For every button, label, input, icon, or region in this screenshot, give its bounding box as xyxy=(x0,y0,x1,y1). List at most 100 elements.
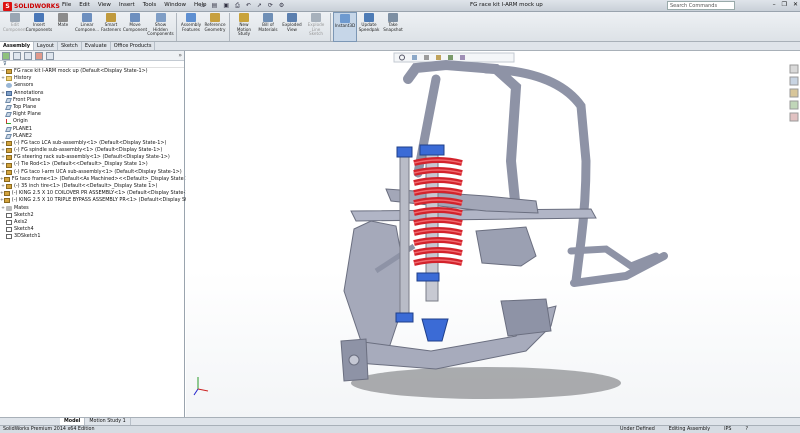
tree-item[interactable]: Sketch4 xyxy=(0,226,184,233)
take-snapshot-button[interactable]: Take Snapshot xyxy=(381,12,405,42)
linear-compone-icon xyxy=(82,13,92,22)
tree-item-label: Top Plane xyxy=(13,103,37,110)
tab-motion-study-1[interactable]: Motion Study 1 xyxy=(85,418,131,425)
display-style-icon xyxy=(424,55,429,60)
status-mode: Editing Assembly xyxy=(668,427,711,432)
insert-components-button[interactable]: Insert Components xyxy=(26,12,52,42)
assembly-model-view[interactable] xyxy=(186,51,800,417)
undo-icon[interactable]: ↶ xyxy=(246,2,251,10)
solidworks-logo[interactable]: S SOLIDWORKS xyxy=(3,1,60,11)
menu-view[interactable]: View xyxy=(98,2,111,8)
tree-item[interactable]: Front Plane xyxy=(0,97,184,104)
tab-model[interactable]: Model xyxy=(60,418,86,425)
tree-item[interactable]: + Annotations xyxy=(0,90,184,97)
tree-item-label: Mates xyxy=(14,204,29,211)
tree-item[interactable]: + FG steering rack sub-assembly<1> (Defau… xyxy=(0,154,184,161)
coilover-shock xyxy=(413,144,463,342)
asm-icon xyxy=(6,140,12,146)
minimize-icon[interactable]: – xyxy=(773,1,776,8)
tree-item[interactable]: 3DSketch1 xyxy=(0,233,184,240)
explode-line-sketch-button[interactable]: Explode Line Sketch xyxy=(304,12,328,42)
menu-insert[interactable]: Insert xyxy=(119,2,135,8)
status-units[interactable]: IPS xyxy=(724,426,731,433)
bill-of-materials-button[interactable]: Bill of Materials xyxy=(256,12,280,42)
smart-fasteners-button[interactable]: Smart Fasteners xyxy=(99,12,123,42)
menu-window[interactable]: Window xyxy=(164,2,186,8)
feature-manager-panel: » ⊽ − FG race kit I-ARM mock up (Default… xyxy=(0,51,206,417)
tree-item[interactable]: + (-) KING 2.5 X 10 COILOVER PR ASSEMBLY<… xyxy=(0,190,194,197)
options-icon[interactable]: ⚙ xyxy=(279,2,284,10)
tree-item[interactable]: Axis2 xyxy=(0,219,184,226)
tree-item[interactable]: Sketch2 xyxy=(0,212,184,219)
tree-item[interactable]: + (-) FG taco LCA sub-assembly<1> (Defaul… xyxy=(0,140,184,147)
tree-item[interactable]: + Mates xyxy=(0,205,184,212)
instant3d-icon xyxy=(340,14,350,23)
tree-item[interactable]: + (-) KING 2.5 X 10 TRIPLE BYPASS ASSEMBL… xyxy=(0,197,206,204)
command-manager-tabs: Assembly Layout Sketch Evaluate Office P… xyxy=(0,42,800,51)
mate-button[interactable]: Mate xyxy=(51,12,75,42)
print-icon[interactable]: ⎙ xyxy=(235,2,240,10)
update-speedpak-button[interactable]: Update Speedpak xyxy=(357,12,381,42)
feature-tree: − FG race kit I-ARM mock up (Default<Dis… xyxy=(0,68,206,241)
rebuild-icon[interactable]: ⟳ xyxy=(268,2,273,10)
tree-item[interactable]: + (-) Tie Rod<1> (Default<<Default>_Displ… xyxy=(0,161,184,168)
ribbon-button-label: Take Snapshot xyxy=(383,22,403,32)
window-controls: – ❐ ✕ xyxy=(773,1,798,8)
select-icon[interactable]: ➚ xyxy=(257,2,262,10)
exploded-view-button[interactable]: Exploded View xyxy=(280,12,304,42)
new-motion-study-button[interactable]: New Motion Study xyxy=(232,12,256,42)
tab-assembly[interactable]: Assembly xyxy=(0,42,34,50)
asm-icon xyxy=(6,169,12,175)
instant3d-button[interactable]: Instant3D xyxy=(333,12,357,42)
tab-layout[interactable]: Layout xyxy=(34,42,58,50)
tab-sketch[interactable]: Sketch xyxy=(58,42,82,50)
quick-access-toolbar: ▭ ▤ ▣ ⎙ ↶ ➚ ⟳ ⚙ xyxy=(200,2,284,10)
tree-item[interactable]: PLANE2 xyxy=(0,133,184,140)
tree-item[interactable]: + FG taco frame<1> (Default<As Machined><… xyxy=(0,176,194,183)
feature-tree-icon[interactable] xyxy=(2,52,10,60)
close-icon[interactable]: ✕ xyxy=(793,1,798,8)
shock-bottom-mount xyxy=(421,318,449,342)
ribbon-button-label: New Motion Study xyxy=(236,22,252,37)
expand-panel-icon[interactable]: » xyxy=(178,52,182,59)
tree-item[interactable]: Sensors xyxy=(0,82,184,89)
graphics-area[interactable] xyxy=(186,51,800,417)
open-icon[interactable]: ▤ xyxy=(212,2,218,10)
new-document-icon[interactable]: ▭ xyxy=(200,2,206,10)
save-icon[interactable]: ▣ xyxy=(223,2,229,10)
filter-icon[interactable]: ⊽ xyxy=(0,61,184,68)
view-orientation-icon xyxy=(412,55,417,60)
edit-component-button[interactable]: Edit Component xyxy=(3,12,27,42)
linear-compone-button[interactable]: Linear Compone... xyxy=(75,12,99,42)
tab-office-products[interactable]: Office Products xyxy=(111,42,156,50)
help-icon[interactable]: ? xyxy=(745,426,748,433)
menu-edit[interactable]: Edit xyxy=(79,2,90,8)
property-manager-icon[interactable] xyxy=(13,52,21,60)
tree-item-label: Sketch4 xyxy=(14,226,34,233)
assembly-features-button[interactable]: Assembly Features xyxy=(179,12,203,42)
coordinate-triad-icon xyxy=(193,377,209,396)
menu-file[interactable]: File xyxy=(62,2,71,8)
move-component-button[interactable]: Move Component xyxy=(123,12,147,42)
dimxpert-icon[interactable] xyxy=(35,52,43,60)
search-commands-input[interactable]: Search Commands xyxy=(667,1,735,10)
tree-item[interactable]: + History xyxy=(0,75,184,82)
task-pane-tabs[interactable] xyxy=(789,64,799,122)
tree-root[interactable]: − FG race kit I-ARM mock up (Default<Dis… xyxy=(0,68,184,75)
tree-item[interactable]: + (-) FG spindle sub-assembly<1> (Default… xyxy=(0,147,184,154)
model-tabs: Model Motion Study 1 xyxy=(0,417,800,425)
reference-geometry-button[interactable]: Reference Geometry xyxy=(203,12,227,42)
tree-item[interactable]: PLANE1 xyxy=(0,126,184,133)
display-manager-icon[interactable] xyxy=(46,52,54,60)
tree-item[interactable]: + (-) FG taco I-arm UCA sub-assembly<1> (… xyxy=(0,169,184,176)
tab-evaluate[interactable]: Evaluate xyxy=(82,42,111,50)
tree-item[interactable]: + (-) 35 inch tire<1> (Default<<Default>_… xyxy=(0,183,184,190)
restore-icon[interactable]: ❐ xyxy=(782,1,787,8)
tree-item[interactable]: Origin xyxy=(0,118,184,125)
configuration-manager-icon[interactable] xyxy=(24,52,32,60)
ribbon-button-label: Move Component xyxy=(122,22,148,32)
tree-item[interactable]: Top Plane xyxy=(0,104,184,111)
show-hidden-components-button[interactable]: Show Hidden Components xyxy=(147,12,174,42)
tree-item[interactable]: Right Plane xyxy=(0,111,184,118)
menu-tools[interactable]: Tools xyxy=(143,2,157,8)
